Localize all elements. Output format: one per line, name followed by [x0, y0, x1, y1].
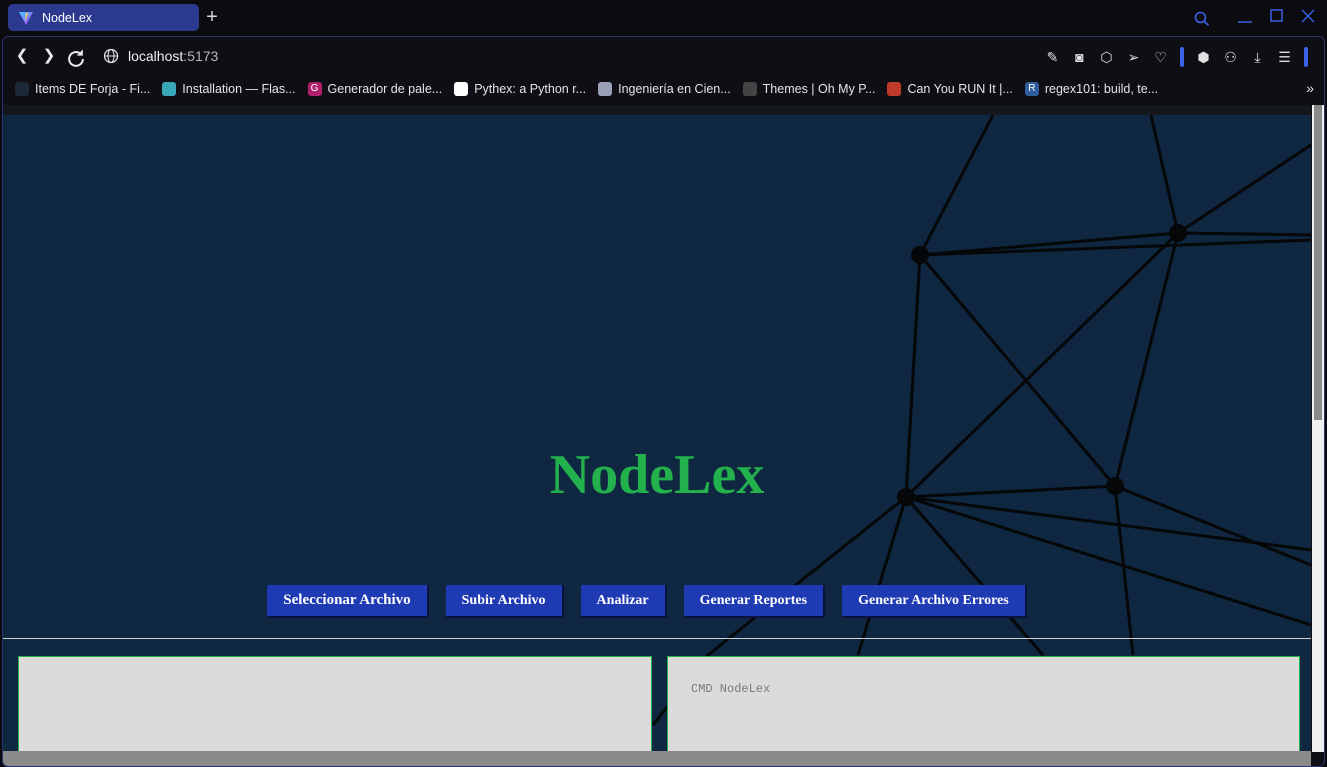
generate-reports-button[interactable]: Generar Reportes — [683, 585, 826, 618]
reload-icon[interactable] — [65, 48, 87, 70]
back-icon[interactable]: ❮ — [11, 45, 33, 67]
terminal-icon — [742, 81, 757, 96]
bookmarks-bar: Items DE Forja - Fi... Installation — Fla… — [3, 75, 1324, 102]
browser-window: ❮ ❯ localhost:5173 ✎ ◙ ⬡ ➢ ♡ ⬢ ⚇ ⤓ ☰ Ite… — [2, 36, 1325, 767]
new-tab-button[interactable]: + — [203, 7, 221, 27]
bookmark-item[interactable]: Themes | Oh My P... — [742, 81, 876, 96]
url-port: :5173 — [183, 48, 219, 64]
tab-nodelex[interactable]: NodeLex — [8, 4, 199, 31]
bookmark-label: Ingeniería en Cien... — [618, 81, 731, 96]
analyze-button[interactable]: Analizar — [580, 585, 667, 618]
bookmark-label: Installation — Flas... — [182, 81, 296, 96]
canyourunit-icon — [887, 81, 902, 96]
camera-icon[interactable]: ◙ — [1066, 48, 1093, 66]
menu-icon[interactable]: ☰ — [1271, 48, 1298, 66]
pythex-icon — [454, 81, 469, 96]
generate-errors-file-button[interactable]: Generar Archivo Errores — [842, 585, 1027, 618]
cube-icon[interactable]: ⬢ — [1190, 48, 1217, 66]
tab-strip: NodeLex + — [0, 0, 1327, 36]
steam-icon — [15, 81, 29, 96]
page-title: NodeLex — [549, 444, 765, 506]
browser-toolbar: ❮ ❯ localhost:5173 ✎ ◙ ⬡ ➢ ♡ ⬢ ⚇ ⤓ ☰ — [3, 37, 1324, 75]
bookmark-item[interactable]: Items DE Forja - Fi... — [15, 81, 151, 96]
download-icon[interactable]: ⤓ — [1244, 48, 1271, 66]
send-icon[interactable]: ➢ — [1120, 48, 1147, 66]
search-icon[interactable] — [1194, 11, 1210, 27]
shield-icon[interactable]: ⬡ — [1093, 48, 1120, 66]
globe-icon — [103, 48, 119, 64]
bookmark-label: Items DE Forja - Fi... — [35, 81, 151, 96]
maximize-icon[interactable] — [1269, 8, 1285, 24]
toolbar-separator — [1180, 47, 1184, 67]
regex101-icon: R — [1024, 81, 1039, 96]
heart-icon[interactable]: ♡ — [1147, 48, 1174, 66]
bookmark-item[interactable]: Installation — Flas... — [162, 81, 296, 96]
action-buttons: Seleccionar Archivo Subir Archivo Analiz… — [3, 585, 1301, 618]
tab-title: NodeLex — [42, 10, 93, 25]
network-background — [651, 114, 1311, 726]
bookmark-item[interactable]: Pythex: a Python r... — [454, 81, 587, 96]
upload-file-button[interactable]: Subir Archivo — [445, 585, 564, 618]
globe-icon — [598, 81, 613, 96]
chevron-double-right-icon[interactable]: » — [1306, 80, 1314, 96]
bookmark-item[interactable]: Can You RUN It |... — [887, 81, 1013, 96]
bookmark-item[interactable]: Ingeniería en Cien... — [598, 81, 731, 96]
scrollbar-thumb[interactable] — [1314, 105, 1322, 420]
address-bar[interactable]: localhost:5173 — [103, 46, 218, 66]
bookmark-item[interactable]: Rregex101: build, te... — [1024, 81, 1159, 96]
toolbar-separator — [1304, 47, 1308, 67]
bookmark-label: Generador de pale... — [327, 81, 443, 96]
bookmark-label: regex101: build, te... — [1044, 81, 1159, 96]
console-panel[interactable]: CMD NodeLex — [667, 656, 1300, 752]
url-host: localhost — [128, 48, 184, 64]
vertical-scrollbar[interactable] — [1312, 105, 1324, 752]
bookmark-label: Themes | Oh My P... — [762, 81, 876, 96]
console-label: CMD NodeLex — [691, 682, 771, 696]
select-file-button[interactable]: Seleccionar Archivo — [267, 585, 429, 618]
editor-textarea[interactable] — [18, 656, 652, 752]
edit-icon[interactable]: ✎ — [1039, 48, 1066, 66]
section-divider — [3, 638, 1311, 639]
flask-icon — [162, 81, 177, 96]
page-content: NodeLex Seleccionar Archivo Subir Archiv… — [3, 105, 1311, 752]
bookmark-label: Pythex: a Python r... — [474, 81, 587, 96]
bookmark-label: Can You RUN It |... — [907, 81, 1013, 96]
forward-icon[interactable]: ❯ — [38, 45, 60, 67]
toolbar-icons: ✎ ◙ ⬡ ➢ ♡ ⬢ ⚇ ⤓ ☰ — [1039, 47, 1314, 67]
g-icon: G — [307, 81, 322, 96]
close-icon[interactable] — [1300, 8, 1316, 24]
vite-icon — [19, 11, 33, 25]
minimize-icon[interactable] — [1236, 10, 1254, 26]
bookmark-item[interactable]: G Generador de pale... — [307, 81, 443, 96]
horizontal-scrollbar[interactable] — [3, 751, 1311, 766]
profile-icon[interactable]: ⚇ — [1217, 48, 1244, 66]
